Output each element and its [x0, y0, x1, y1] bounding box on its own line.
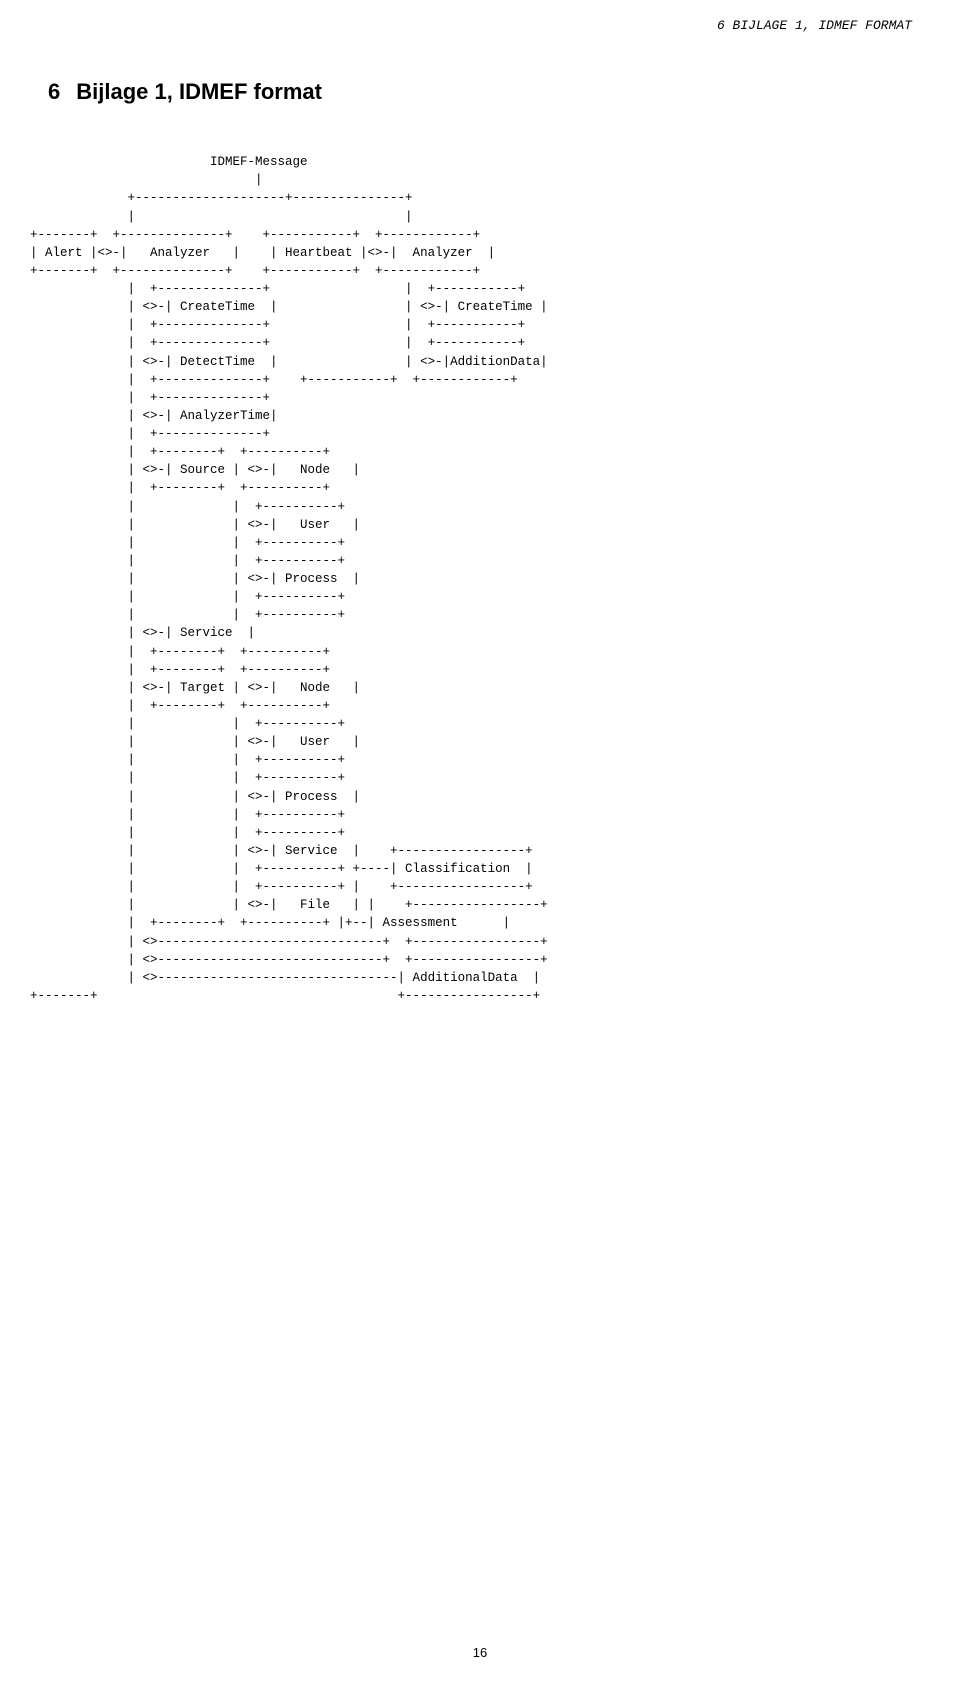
- chapter-heading: 6 Bijlage 1, IDMEF format: [0, 43, 960, 125]
- page-footer: 16: [0, 1625, 960, 1670]
- header-text: 6 BIJLAGE 1, IDMEF FORMAT: [717, 18, 912, 33]
- chapter-number: 6: [48, 79, 60, 104]
- diagram-text: IDMEF-Message | +--------------------+--…: [30, 155, 548, 1003]
- page-header: 6 BIJLAGE 1, IDMEF FORMAT: [0, 0, 960, 43]
- chapter-title: Bijlage 1, IDMEF format: [76, 79, 322, 104]
- page-number: 16: [473, 1645, 487, 1660]
- diagram-container: IDMEF-Message | +--------------------+--…: [0, 125, 960, 1045]
